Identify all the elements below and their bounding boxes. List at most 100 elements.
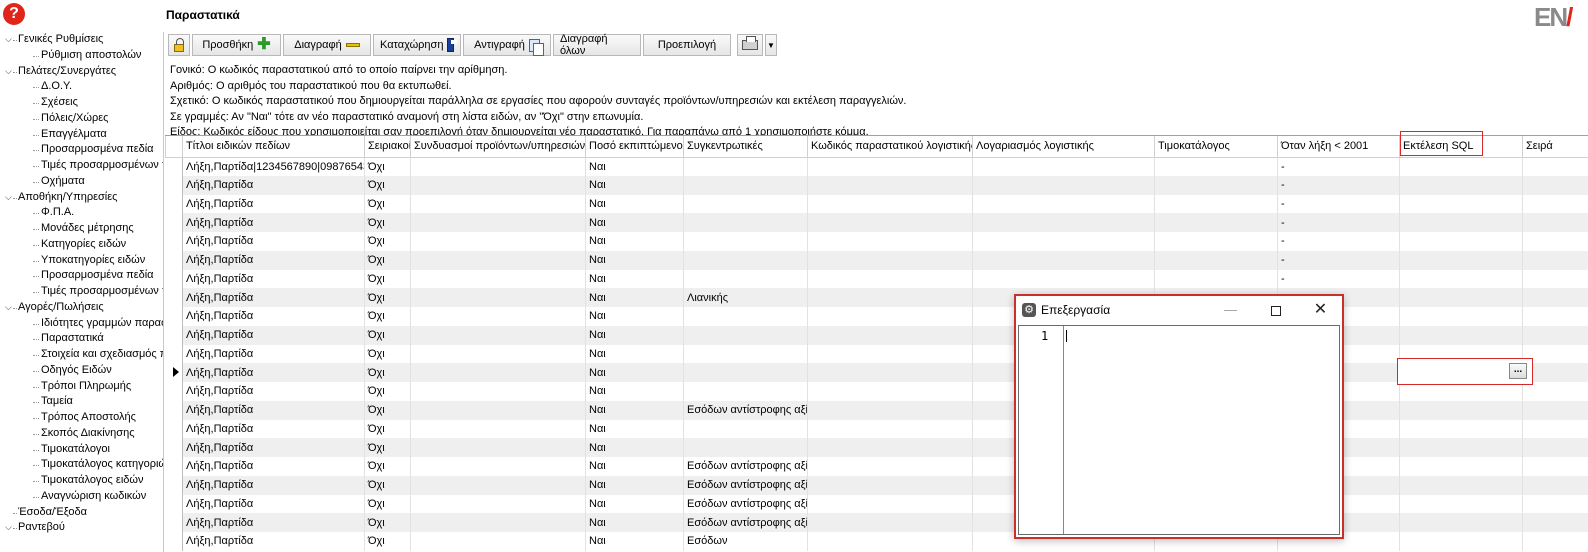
table-cell[interactable]: Ναι bbox=[585, 438, 684, 457]
tree-item[interactable]: Τιμοκατάλογος κατηγοριώ bbox=[0, 457, 163, 473]
table-cell[interactable] bbox=[972, 213, 1155, 232]
table-row[interactable]: Λήξη,Παρτίδα Όχι Ναι bbox=[165, 307, 1588, 326]
table-cell[interactable] bbox=[683, 250, 808, 270]
row-indicator[interactable] bbox=[165, 513, 183, 532]
table-cell[interactable] bbox=[683, 307, 808, 326]
column-header[interactable]: Συνδυασμοί προϊόντων/υπηρεσιών bbox=[410, 136, 586, 158]
table-cell[interactable]: Ναι bbox=[585, 475, 684, 495]
table-cell[interactable] bbox=[683, 175, 808, 195]
table-cell[interactable]: Λήξη,Παρτίδα bbox=[182, 194, 365, 214]
table-cell[interactable] bbox=[807, 513, 973, 532]
table-cell[interactable] bbox=[1522, 457, 1588, 476]
table-row[interactable]: Λήξη,Παρτίδα Όχι Ναι bbox=[165, 382, 1588, 401]
table-cell[interactable]: Λήξη,Παρτίδα bbox=[182, 344, 365, 364]
table-cell[interactable] bbox=[807, 382, 973, 401]
table-cell[interactable]: Λήξη,Παρτίδα bbox=[182, 175, 365, 195]
table-cell[interactable]: Όχι bbox=[364, 325, 411, 345]
chevron-down-icon[interactable]: ⌵ bbox=[5, 190, 12, 206]
table-cell[interactable]: - bbox=[1277, 213, 1400, 232]
tree-item[interactable]: Υποκατηγορίες ειδών bbox=[0, 253, 163, 269]
table-cell[interactable]: Εσόδων αντίστροφης αξία bbox=[683, 475, 808, 495]
table-cell[interactable] bbox=[807, 457, 973, 476]
table-row[interactable]: Λήξη,Παρτίδα Όχι Ναι Εσόδων αντίστροφης αξί… bbox=[165, 400, 1588, 420]
table-cell[interactable] bbox=[410, 325, 586, 345]
table-cell[interactable]: Ναι bbox=[585, 382, 684, 401]
table-cell[interactable] bbox=[410, 494, 586, 514]
table-cell[interactable] bbox=[1522, 157, 1588, 176]
table-cell[interactable] bbox=[807, 213, 973, 232]
table-cell[interactable]: - bbox=[1277, 194, 1400, 214]
tree-item[interactable]: Τρόπος Αποστολής bbox=[0, 410, 163, 426]
table-cell[interactable] bbox=[683, 363, 808, 382]
row-indicator[interactable] bbox=[165, 344, 183, 364]
table-cell[interactable]: Όχι bbox=[364, 344, 411, 364]
column-header[interactable]: Τίτλοι ειδικών πεδίων bbox=[182, 136, 365, 158]
table-cell[interactable]: Λήξη,Παρτίδα bbox=[182, 532, 365, 551]
table-cell[interactable] bbox=[1399, 325, 1523, 345]
table-cell[interactable] bbox=[1399, 288, 1523, 307]
table-cell[interactable] bbox=[683, 269, 808, 289]
table-cell[interactable]: Λήξη,Παρτίδα bbox=[182, 475, 365, 495]
ellipsis-button[interactable]: ... bbox=[1509, 363, 1527, 379]
table-cell[interactable] bbox=[1399, 250, 1523, 270]
table-row[interactable]: Λήξη,Παρτίδα Όχι Ναι Εσόδων αντίστροφης αξί… bbox=[165, 457, 1588, 476]
table-cell[interactable]: Λήξη,Παρτίδα bbox=[182, 419, 365, 439]
column-header[interactable]: Συγκεντρωτικές bbox=[683, 136, 808, 158]
table-cell[interactable] bbox=[410, 232, 586, 251]
table-cell[interactable] bbox=[807, 232, 973, 251]
table-cell[interactable] bbox=[410, 419, 586, 439]
table-cell[interactable] bbox=[972, 157, 1155, 176]
table-cell[interactable]: Ναι bbox=[585, 325, 684, 345]
help-icon[interactable]: ? bbox=[3, 3, 25, 25]
table-cell[interactable] bbox=[1399, 438, 1523, 457]
table-cell[interactable]: Όχι bbox=[364, 213, 411, 232]
table-cell[interactable]: Όχι bbox=[364, 363, 411, 382]
table-cell[interactable]: Λήξη,Παρτίδα bbox=[182, 400, 365, 420]
table-cell[interactable] bbox=[1522, 532, 1588, 551]
table-cell[interactable] bbox=[410, 288, 586, 307]
tree-item[interactable]: Τιμοκατάλογοι bbox=[0, 442, 163, 458]
table-cell[interactable]: Εσόδων αντίστροφης αξία bbox=[683, 494, 808, 514]
table-cell[interactable]: Λήξη,Παρτίδα bbox=[182, 363, 365, 382]
table-cell[interactable] bbox=[410, 250, 586, 270]
table-cell[interactable]: Ναι bbox=[585, 344, 684, 364]
tree-item[interactable]: Ρύθμιση αποστολών bbox=[0, 48, 163, 64]
table-cell[interactable]: Εσόδων αντίστροφης αξία bbox=[683, 457, 808, 476]
chevron-down-icon[interactable]: ⌵ bbox=[5, 64, 12, 80]
row-indicator[interactable] bbox=[165, 325, 183, 345]
table-cell[interactable]: Όχι bbox=[364, 250, 411, 270]
column-header[interactable]: Όταν λήξη < 2001 bbox=[1277, 136, 1400, 158]
tree-item[interactable]: Οδηγός Ειδών bbox=[0, 363, 163, 379]
table-cell[interactable] bbox=[807, 325, 973, 345]
table-cell[interactable] bbox=[1154, 194, 1278, 214]
table-cell[interactable]: Ναι bbox=[585, 194, 684, 214]
table-row[interactable]: Λήξη,Παρτίδα Όχι Ναι bbox=[165, 363, 1588, 382]
tree-item[interactable]: Προσαρμοσμένα πεδία bbox=[0, 268, 163, 284]
table-row[interactable]: Λήξη,Παρτίδα Όχι Ναι - bbox=[165, 250, 1588, 270]
table-cell[interactable]: Ναι bbox=[585, 457, 684, 476]
print-dropdown-button[interactable]: ▼ bbox=[765, 34, 777, 56]
table-cell[interactable] bbox=[807, 363, 973, 382]
table-cell[interactable] bbox=[807, 494, 973, 514]
table-cell[interactable] bbox=[410, 513, 586, 532]
sql-editor[interactable]: 1 bbox=[1018, 325, 1340, 535]
table-cell[interactable] bbox=[1522, 194, 1588, 214]
tree-item[interactable]: Τιμές προσαρμοσμένων π bbox=[0, 158, 163, 174]
row-indicator[interactable] bbox=[165, 457, 183, 476]
table-cell[interactable] bbox=[1399, 194, 1523, 214]
row-indicator[interactable] bbox=[165, 232, 183, 251]
delete-button[interactable]: Διαγραφή bbox=[283, 34, 371, 56]
table-cell[interactable]: Λήξη,Παρτίδα bbox=[182, 438, 365, 457]
table-cell[interactable]: Λήξη,Παρτίδα bbox=[182, 288, 365, 307]
tree-group[interactable]: ⌵ Πελάτες/Συνεργάτες bbox=[0, 64, 163, 80]
column-header[interactable]: Σειρά bbox=[1522, 136, 1588, 158]
row-indicator[interactable] bbox=[165, 475, 183, 495]
table-cell[interactable]: Όχι bbox=[364, 419, 411, 439]
table-cell[interactable]: Ναι bbox=[585, 307, 684, 326]
table-cell[interactable] bbox=[807, 532, 973, 551]
table-cell[interactable] bbox=[1522, 213, 1588, 232]
table-cell[interactable]: Όχι bbox=[364, 457, 411, 476]
documents-grid[interactable]: Τίτλοι ειδικών πεδίων Σειριακοί Συνδυασμοί… bbox=[165, 135, 1588, 552]
table-cell[interactable] bbox=[807, 438, 973, 457]
table-cell[interactable]: - bbox=[1277, 250, 1400, 270]
